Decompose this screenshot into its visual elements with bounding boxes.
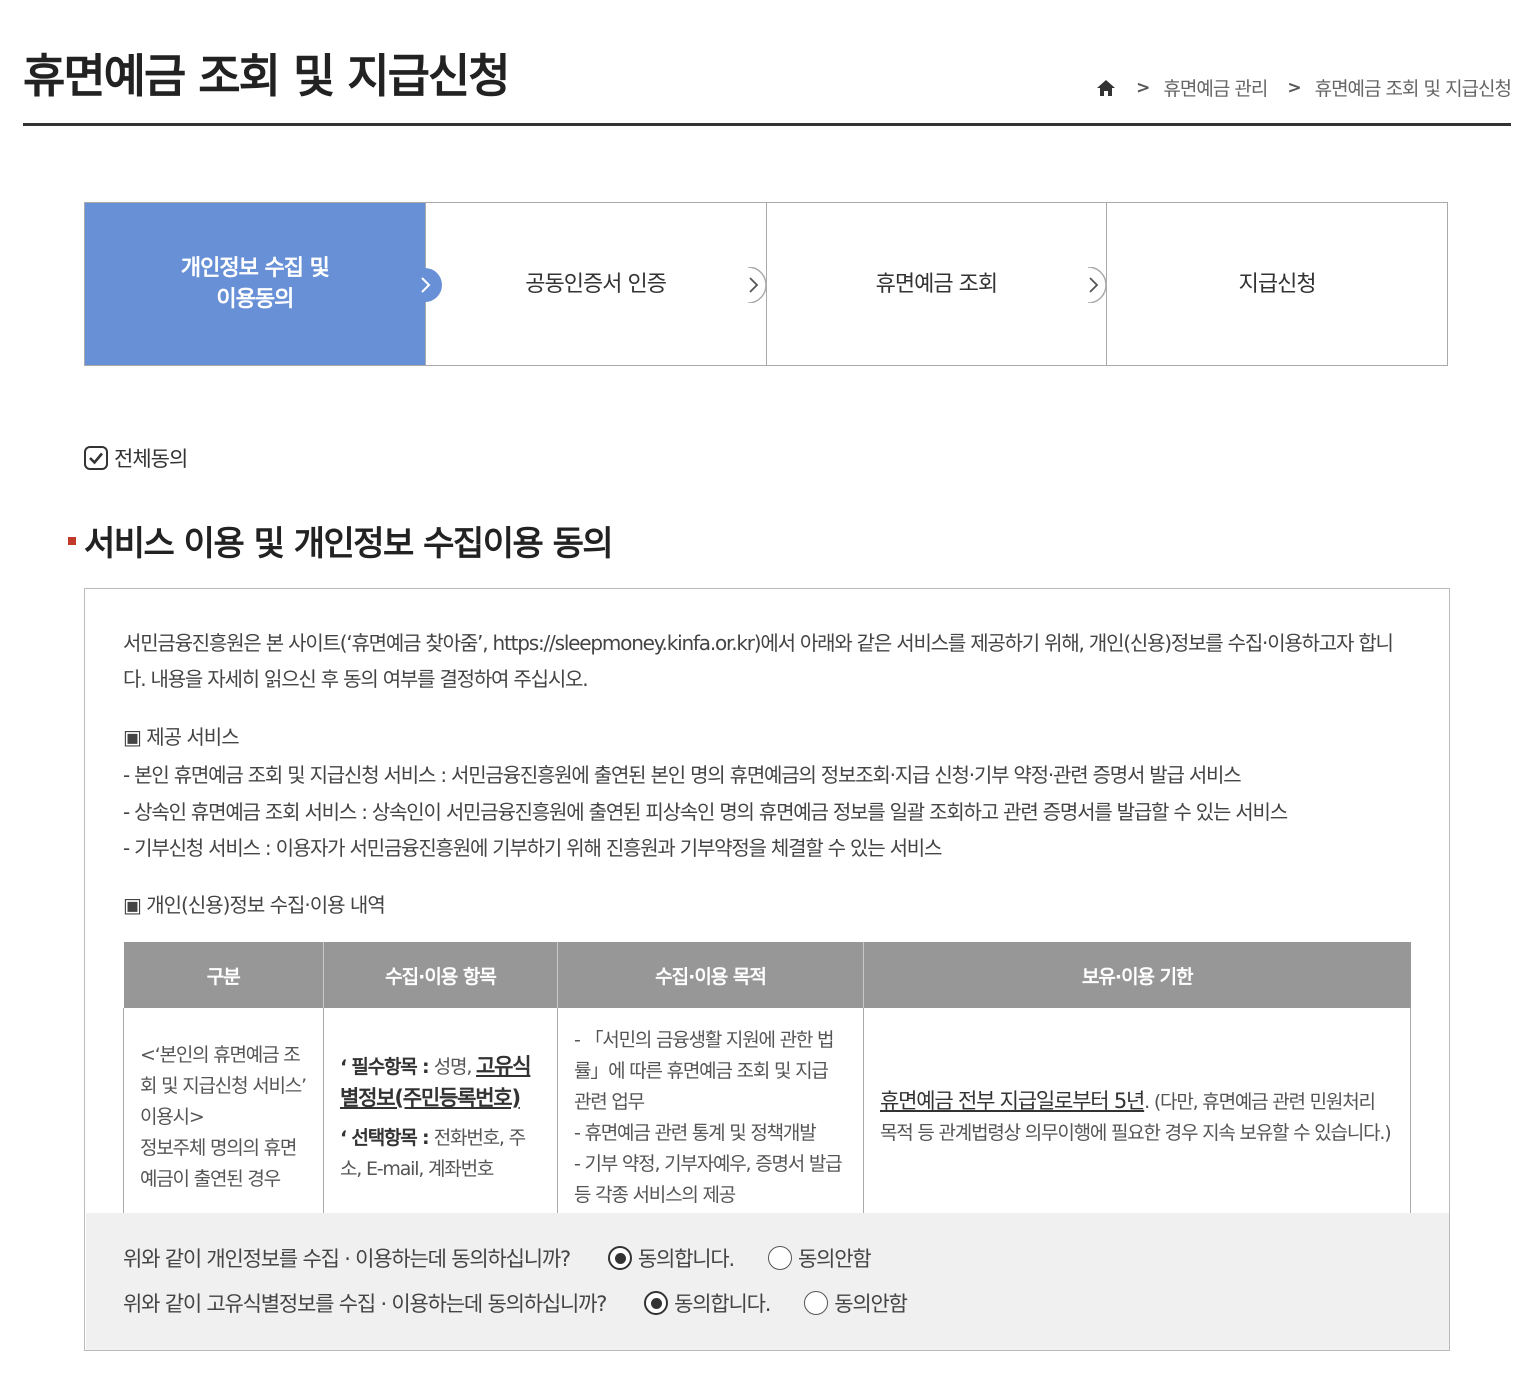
radio-label: 동의합니다. xyxy=(637,1247,735,1271)
all-agree-label: 전체동의 xyxy=(114,447,188,471)
step-consent: 개인정보 수집 및 이용동의 xyxy=(85,203,442,365)
intro-text: 서민금융진흥원은 본 사이트(‘휴면예금 찾아줌’, https://sleep… xyxy=(123,625,1394,697)
cell-line: - 기부 약정, 기부자예우, 증명서 발급 등 각종 서비스의 제공 xyxy=(574,1152,843,1206)
chevron-right-icon: > xyxy=(1136,77,1150,98)
cell-line: - 휴면예금 관련 통계 및 정책개발 xyxy=(574,1121,817,1144)
step-arrow-icon xyxy=(1088,267,1107,303)
consent-content-box[interactable]: 서민금융진흥원은 본 사이트(‘휴면예금 찾아줌’, https://sleep… xyxy=(84,588,1450,1351)
list-item: - 기부신청 서비스 : 이용자가 서민금융진흥원에 기부하기 위해 진흥원과 … xyxy=(123,836,942,860)
radio-unselected-icon[interactable] xyxy=(804,1291,829,1315)
retention-emphasis: 휴면예금 전부 지급일로부터 5년 xyxy=(880,1089,1145,1114)
cell-purpose: - 「서민의 금융생활 지원에 관한 법률」에 따른 휴면예금 조회 및 지급 … xyxy=(557,1008,864,1229)
step-label: 공동인증서 인증 xyxy=(525,271,667,297)
step-certificate: 공동인증서 인증 xyxy=(426,203,767,365)
services-list: - 본인 휴면예금 조회 및 지급신청 서비스 : 서민금융진흥원에 출연된 본… xyxy=(123,757,1288,867)
cell-retention: 휴면예금 전부 지급일로부터 5년. (다만, 휴면예금 관련 민원처리 목적 … xyxy=(863,1008,1411,1229)
section-title: 서비스 이용 및 개인정보 수집이용 동의 xyxy=(68,516,614,565)
step-arrow-icon xyxy=(407,268,442,302)
consent-row-unique-id: 위와 같이 고유식별정보를 수집 · 이용하는데 동의하십니까? 동의합니다. … xyxy=(123,1288,941,1318)
column-header: 수집·이용 목적 xyxy=(557,942,864,1008)
page-header: 휴면예금 조회 및 지급신청 > 휴면예금 관리 > 휴면예금 조회 및 지급신… xyxy=(23,0,1512,126)
pi-table: 구분 수집·이용 항목 수집·이용 목적 보유·이용 기한 <‘본인의 휴면예금… xyxy=(123,942,1411,1229)
list-item: - 상속인 휴면예금 조회 서비스 : 상속인이 서민금융진흥원에 출연된 피상… xyxy=(123,799,1288,824)
breadcrumb-item-current[interactable]: 휴면예금 조회 및 지급신청 xyxy=(1315,74,1512,101)
breadcrumb-item-dormant-management[interactable]: 휴면예금 관리 xyxy=(1163,74,1268,101)
agree-radio-personal-info[interactable]: 동의합니다. xyxy=(607,1243,735,1273)
step-inquiry: 휴면예금 조회 xyxy=(767,203,1108,365)
cell-line: <‘본인의 휴면예금 조 xyxy=(140,1044,301,1067)
section-title-text: 서비스 이용 및 개인정보 수집이용 동의 xyxy=(84,524,614,564)
step-arrow-icon xyxy=(747,267,767,303)
page-title: 휴면예금 조회 및 지급신청 xyxy=(23,49,511,103)
cell-line: 정보주체 명의의 휴면 xyxy=(140,1137,297,1160)
cell-line: - 「서민의 금융생활 지원에 관한 법률」에 따른 휴면예금 조회 및 지급 … xyxy=(574,1028,834,1113)
list-item: - 본인 휴면예금 조회 및 지급신청 서비스 : 서민금융진흥원에 출연된 본… xyxy=(123,763,1242,787)
column-header: 보유·이용 기한 xyxy=(863,942,1411,1008)
radio-selected-icon[interactable] xyxy=(644,1291,669,1315)
cell-line: 예금이 출연된 경우 xyxy=(140,1168,281,1191)
step-label: 휴면예금 조회 xyxy=(875,271,998,297)
radio-label: 동의안함 xyxy=(834,1292,908,1316)
checkbox-checked-icon[interactable] xyxy=(84,446,108,470)
step-payment: 지급신청 xyxy=(1107,203,1447,365)
square-bullet-icon xyxy=(68,536,76,545)
cell-category: <‘본인의 휴면예금 조 회 및 지급신청 서비스’ 이용시> 정보주체 명의의… xyxy=(123,1008,324,1229)
radio-unselected-icon[interactable] xyxy=(768,1246,792,1270)
step-indicator: 개인정보 수집 및 이용동의 공동인증서 인증 휴면예금 조회 지급신청 xyxy=(84,202,1448,366)
table-header-row: 구분 수집·이용 항목 수집·이용 목적 보유·이용 기한 xyxy=(123,942,1411,1008)
consent-row-personal-info: 위와 같이 개인정보를 수집 · 이용하는데 동의하십니까? 동의합니다. 동의… xyxy=(123,1243,904,1273)
required-text: 성명, xyxy=(433,1055,477,1078)
services-heading: ▣ 제공 서비스 xyxy=(123,725,240,749)
radio-label: 동의합니다. xyxy=(674,1292,771,1316)
cell-line: 이용시> xyxy=(140,1106,205,1129)
step-label: 개인정보 수집 및 xyxy=(180,256,330,281)
step-label: 지급신청 xyxy=(1238,271,1317,297)
disagree-radio-unique-id[interactable]: 동의안함 xyxy=(804,1288,908,1318)
consent-panel: 위와 같이 개인정보를 수집 · 이용하는데 동의하십니까? 동의합니다. 동의… xyxy=(86,1213,1449,1350)
cell-items: ‘ 필수항목 : 성명, 고유식별정보(주민등록번호) ‘ 선택항목 : 전화번… xyxy=(323,1008,558,1229)
all-agree-checkbox[interactable]: 전체동의 xyxy=(84,443,188,473)
column-header: 수집·이용 항목 xyxy=(323,942,558,1008)
radio-selected-icon[interactable] xyxy=(607,1246,632,1270)
breadcrumb: > 휴면예금 관리 > 휴면예금 조회 및 지급신청 xyxy=(1096,74,1512,101)
home-icon[interactable] xyxy=(1096,78,1116,98)
radio-label: 동의안함 xyxy=(798,1247,872,1271)
cell-line: 회 및 지급신청 서비스’ xyxy=(140,1075,307,1098)
consent-question: 위와 같이 고유식별정보를 수집 · 이용하는데 동의하십니까? xyxy=(123,1292,607,1316)
table-row: <‘본인의 휴면예금 조 회 및 지급신청 서비스’ 이용시> 정보주체 명의의… xyxy=(123,1008,1411,1229)
column-header: 구분 xyxy=(123,942,324,1008)
step-label: 이용동의 xyxy=(216,287,294,312)
disagree-radio-personal-info[interactable]: 동의안함 xyxy=(768,1243,872,1273)
agree-radio-unique-id[interactable]: 동의합니다. xyxy=(644,1288,771,1318)
chevron-right-icon: > xyxy=(1287,77,1301,98)
optional-label: ‘ 선택항목 : xyxy=(340,1126,434,1149)
intro-line: 서민금융진흥원은 본 사이트(‘휴면예금 찾아줌’, https://sleep… xyxy=(123,631,1394,655)
required-label: ‘ 필수항목 : xyxy=(340,1055,434,1078)
pi-heading: ▣ 개인(신용)정보 수집·이용 내역 xyxy=(123,893,386,917)
intro-line: 다. 내용을 자세히 읽으신 후 동의 여부를 결정하여 주십시오. xyxy=(123,667,589,691)
consent-question: 위와 같이 개인정보를 수집 · 이용하는데 동의하십니까? xyxy=(123,1247,571,1271)
